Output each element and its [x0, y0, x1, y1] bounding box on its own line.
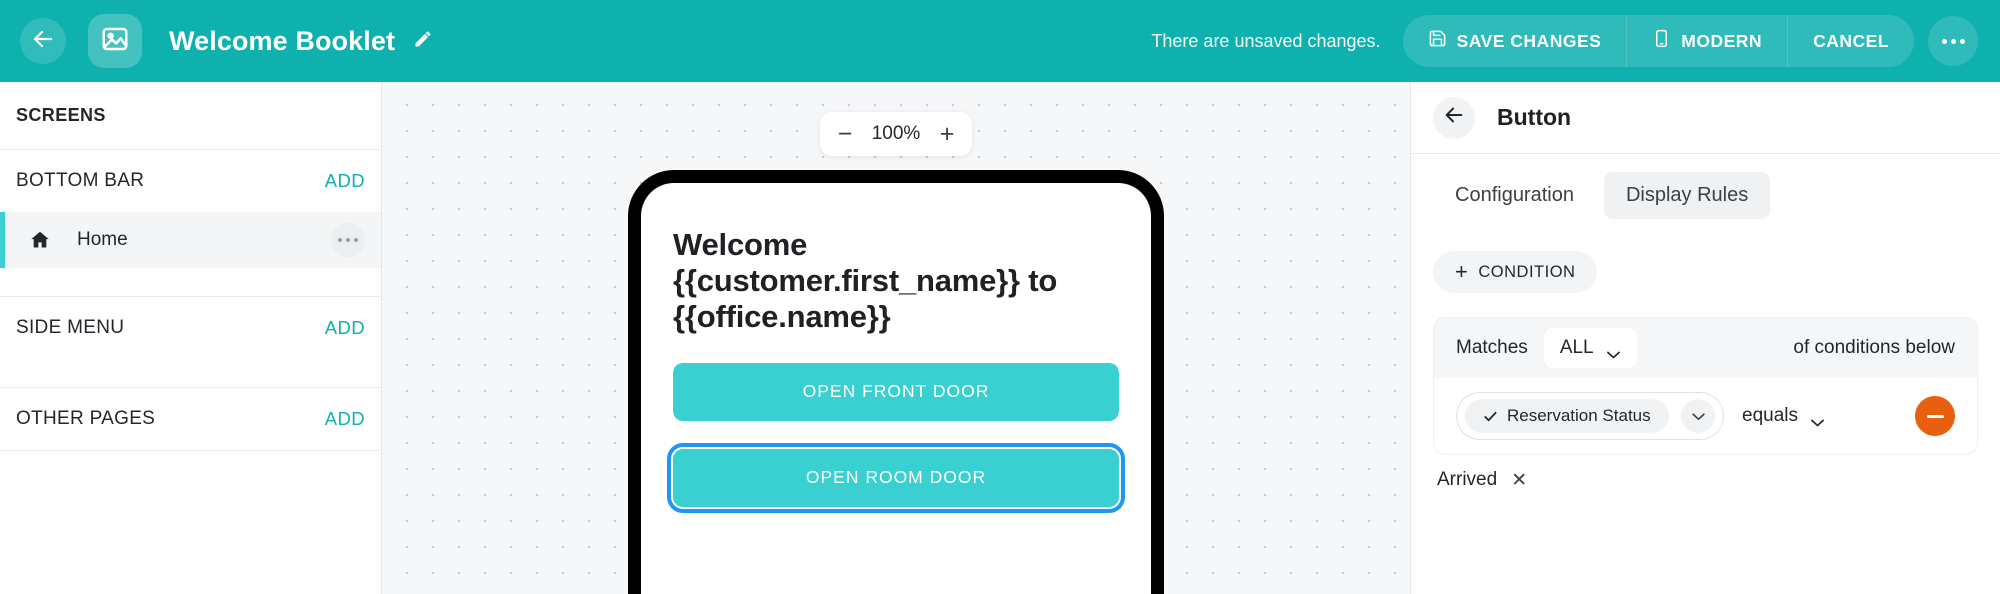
save-changes-label: SAVE CHANGES: [1456, 30, 1602, 51]
condition-operator-select[interactable]: equals: [1742, 405, 1825, 427]
zoom-out-button[interactable]: −: [834, 121, 856, 147]
app-image-button[interactable]: [88, 14, 142, 68]
check-icon: [1483, 409, 1498, 424]
condition-field-label: Reservation Status: [1507, 406, 1651, 425]
conditions-below-label: of conditions below: [1793, 337, 1955, 358]
home-icon: [29, 229, 51, 251]
zoom-in-button[interactable]: +: [936, 121, 958, 147]
add-bottom-bar-screen-button[interactable]: ADD: [325, 170, 365, 192]
cancel-button[interactable]: CANCEL: [1788, 15, 1914, 67]
arrow-left-icon: [31, 27, 55, 56]
matches-label: Matches: [1456, 337, 1528, 358]
condition-group-header: Matches ALL of conditions below: [1434, 318, 1977, 378]
toolbar-button-group: SAVE CHANGES MODERN CANCEL: [1402, 15, 1914, 67]
phone-preview-frame: Welcome {{customer.first_name}} to {{off…: [628, 170, 1164, 594]
section-title-bottom-bar: BOTTOM BAR: [16, 170, 145, 191]
image-icon: [100, 24, 130, 59]
inspector-tabs: Configuration Display Rules: [1411, 154, 2000, 235]
add-other-page-button[interactable]: ADD: [325, 408, 365, 430]
plus-icon: +: [1455, 259, 1469, 284]
page-title: Welcome Booklet: [169, 25, 396, 56]
close-icon[interactable]: ✕: [1511, 471, 1527, 490]
pencil-icon: [413, 29, 433, 54]
inspector-title: Button: [1497, 104, 1572, 130]
condition-group-card: Matches ALL of conditions below Reservat…: [1433, 317, 1978, 455]
match-mode-value: ALL: [1559, 337, 1594, 358]
sidebar-item-home[interactable]: Home: [0, 212, 381, 268]
ellipsis-icon: [1941, 38, 1965, 44]
tab-display-rules[interactable]: Display Rules: [1603, 172, 1771, 219]
tab-configuration[interactable]: Configuration: [1433, 172, 1596, 219]
modern-theme-button[interactable]: MODERN: [1627, 15, 1789, 67]
section-header-side-menu: SIDE MENU ADD: [0, 297, 381, 359]
zoom-level-value: 100%: [871, 123, 921, 144]
section-header-other-pages: OTHER PAGES ADD: [0, 388, 381, 450]
minus-circle-icon: [1926, 414, 1944, 418]
sidebar-section-other-pages: OTHER PAGES ADD: [0, 388, 381, 451]
condition-field-select[interactable]: Reservation Status: [1456, 392, 1724, 440]
condition-value-row: Arrived ✕: [1433, 455, 1978, 491]
edit-title-button[interactable]: [413, 29, 433, 54]
preview-button-label: OPEN FRONT DOOR: [802, 381, 990, 402]
screens-sidebar: SCREENS BOTTOM BAR ADD Home SIDE MENU AD…: [0, 82, 382, 594]
sidebar-section-side-menu: SIDE MENU ADD: [0, 297, 381, 388]
cancel-label: CANCEL: [1813, 30, 1889, 51]
sidebar-section-bottom-bar: BOTTOM BAR ADD Home: [0, 150, 381, 297]
sidebar-item-home-label: Home: [77, 229, 128, 250]
inspector-back-button[interactable]: [1433, 96, 1475, 139]
preview-button-open-room-door[interactable]: OPEN ROOM DOOR: [667, 442, 1125, 513]
section-header-bottom-bar: BOTTOM BAR ADD: [0, 150, 381, 212]
arrow-left-icon: [1443, 104, 1465, 131]
section-title-side-menu: SIDE MENU: [16, 317, 125, 338]
match-mode-select[interactable]: ALL: [1543, 328, 1637, 368]
mobile-phone-icon: [1652, 29, 1671, 53]
section-title-other-pages: OTHER PAGES: [16, 408, 156, 429]
add-side-menu-screen-button[interactable]: ADD: [325, 317, 365, 339]
condition-value-label: Arrived: [1437, 469, 1498, 490]
back-button[interactable]: [20, 18, 66, 64]
add-condition-button[interactable]: + CONDITION: [1433, 251, 1598, 293]
save-changes-button[interactable]: SAVE CHANGES: [1403, 15, 1628, 67]
unsaved-changes-message: There are unsaved changes.: [1151, 30, 1381, 51]
top-bar: Welcome Booklet There are unsaved change…: [0, 0, 2000, 82]
condition-operator-label: equals: [1742, 405, 1798, 426]
preview-heading: Welcome {{customer.first_name}} to {{off…: [673, 227, 1058, 334]
modern-label: MODERN: [1681, 30, 1763, 51]
screen-builder-app: Welcome Booklet There are unsaved change…: [0, 0, 2000, 594]
condition-row: Reservation Status equals: [1434, 378, 1977, 454]
more-options-button[interactable]: [1928, 16, 1978, 66]
preview-button-open-front-door[interactable]: OPEN FRONT DOOR: [673, 362, 1119, 421]
main-body: SCREENS BOTTOM BAR ADD Home SIDE MENU AD…: [0, 82, 2000, 594]
preview-canvas: − 100% + Welcome {{customer.first_name}}…: [382, 82, 1410, 594]
chevron-down-icon: [1606, 344, 1621, 359]
save-disk-icon: [1428, 29, 1447, 53]
remove-condition-button[interactable]: [1915, 396, 1955, 436]
sidebar-item-home-menu-button[interactable]: [331, 223, 365, 257]
chevron-down-icon: [1810, 412, 1825, 427]
inspector-panel: Button Configuration Display Rules + CON…: [1410, 82, 2000, 594]
inspector-header: Button: [1411, 82, 2000, 154]
zoom-control: − 100% +: [820, 112, 972, 156]
display-rules-body: + CONDITION Matches ALL of conditions be…: [1411, 235, 2000, 594]
ellipsis-icon: [338, 238, 358, 242]
preview-button-label: OPEN ROOM DOOR: [805, 467, 987, 488]
chevron-down-icon: [1681, 399, 1715, 433]
add-condition-label: CONDITION: [1478, 262, 1576, 281]
sidebar-header: SCREENS: [0, 82, 381, 150]
condition-field-chip: Reservation Status: [1465, 399, 1669, 433]
